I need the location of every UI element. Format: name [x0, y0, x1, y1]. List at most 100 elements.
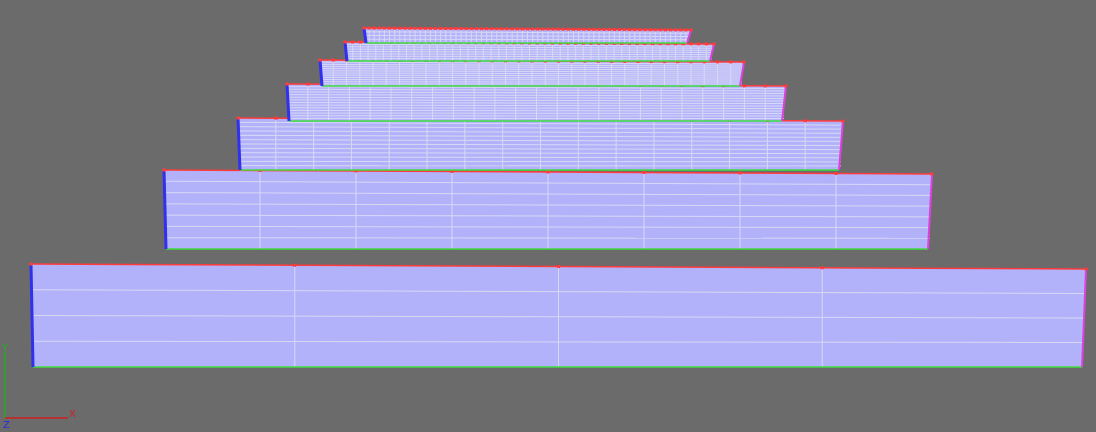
mesh-node — [474, 27, 478, 31]
mesh-node — [612, 28, 616, 32]
mesh-node — [274, 116, 278, 120]
mesh-node — [536, 27, 540, 31]
layer-1 — [29, 262, 1088, 368]
mesh-node — [763, 84, 767, 88]
mesh-node — [408, 26, 412, 30]
mesh-node — [418, 26, 422, 30]
mesh-node — [684, 28, 688, 32]
left-edge — [162, 169, 168, 250]
mesh-node — [520, 27, 524, 31]
mesh-node — [495, 27, 499, 31]
mesh-node — [490, 27, 494, 31]
mesh-node — [358, 40, 362, 44]
mesh-node — [331, 58, 335, 62]
mesh-node — [561, 27, 565, 31]
mesh-node — [697, 42, 701, 46]
mesh-node — [454, 27, 458, 31]
layer-5 — [318, 58, 746, 87]
mesh-node — [162, 168, 166, 172]
mesh-node — [403, 26, 407, 30]
mesh-node — [393, 26, 397, 30]
mesh-node — [444, 27, 448, 30]
mesh-node — [556, 27, 560, 31]
mesh-node — [434, 26, 438, 30]
mesh-node — [633, 28, 637, 32]
mesh-node — [623, 28, 627, 32]
mesh-node — [820, 266, 824, 270]
mesh-node — [551, 27, 555, 31]
mesh-node — [541, 27, 545, 31]
mesh-scene[interactable]: Y X Z — [0, 0, 1096, 432]
mesh-node — [362, 26, 366, 30]
mesh-node — [663, 28, 667, 32]
left-edge — [236, 117, 242, 171]
mesh-node — [382, 26, 386, 30]
mesh-node — [587, 27, 591, 31]
mesh-node — [742, 84, 746, 88]
mesh-node — [1084, 267, 1088, 271]
mesh-node — [712, 42, 716, 46]
mesh-node — [834, 172, 838, 175]
mesh-node — [285, 82, 289, 86]
mesh-node — [597, 27, 601, 31]
mesh-node — [566, 27, 570, 31]
mesh-node — [413, 26, 417, 30]
mesh-node — [343, 40, 347, 44]
layer-2 — [162, 168, 934, 250]
mesh-node — [351, 40, 355, 44]
mesh-node — [784, 84, 788, 88]
left-edge — [362, 27, 368, 44]
mesh-node — [480, 27, 484, 31]
mesh-node — [306, 82, 310, 86]
z-axis-label: Z — [3, 420, 10, 431]
mesh-node — [469, 27, 473, 31]
layer-3 — [236, 116, 845, 171]
mesh-node — [669, 28, 673, 32]
mesh-node — [642, 171, 646, 174]
mesh-node — [704, 42, 708, 46]
mesh-node — [557, 265, 560, 268]
mesh-node — [546, 170, 550, 174]
mesh-node — [459, 27, 463, 31]
left-edge — [29, 263, 35, 368]
mesh-node — [648, 28, 652, 32]
mesh-node — [236, 116, 240, 120]
mesh-node — [372, 26, 376, 30]
mesh-node — [29, 262, 33, 266]
mesh-node — [510, 27, 514, 31]
mesh-node — [658, 28, 662, 32]
layer-7 — [362, 26, 693, 44]
mesh-node — [367, 26, 371, 30]
mesh-node — [930, 172, 934, 176]
x-axis-label: X — [69, 409, 76, 420]
left-edge — [318, 59, 324, 87]
mesh-layers — [29, 26, 1088, 368]
mesh-node — [643, 28, 647, 32]
mesh-node — [602, 27, 606, 31]
mesh-node — [617, 28, 621, 32]
left-edge — [343, 41, 349, 62]
3d-viewport[interactable]: Y X Z — [0, 0, 1096, 432]
mesh-node — [738, 171, 742, 175]
mesh-node — [689, 42, 693, 46]
mesh-node — [571, 27, 575, 31]
mesh-node — [318, 58, 322, 62]
mesh-node — [577, 27, 581, 31]
mesh-node — [398, 26, 402, 30]
mesh-node — [505, 27, 509, 31]
mesh-node — [439, 26, 443, 30]
mesh-node — [742, 60, 746, 64]
mesh-node — [377, 26, 381, 30]
mesh-node — [485, 27, 489, 31]
mesh-node — [729, 60, 733, 64]
mesh-node — [500, 27, 504, 31]
mesh-node — [423, 26, 427, 30]
mesh-node — [679, 28, 683, 32]
mesh-node — [449, 27, 453, 31]
mesh-node — [515, 27, 519, 31]
mesh-node — [293, 263, 297, 267]
mesh-node — [388, 26, 392, 30]
mesh-node — [841, 119, 845, 123]
left-edge — [285, 83, 291, 122]
mesh-node — [716, 60, 719, 64]
